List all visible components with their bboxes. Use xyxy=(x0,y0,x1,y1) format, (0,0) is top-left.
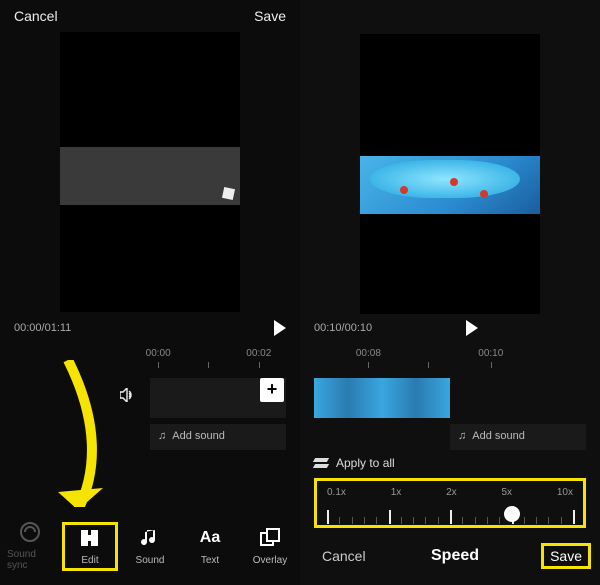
text-icon: Aa xyxy=(199,527,221,549)
play-button[interactable] xyxy=(274,320,286,336)
overlay-icon xyxy=(259,527,281,549)
video-preview[interactable] xyxy=(360,34,540,314)
apply-to-all-toggle[interactable]: Apply to all xyxy=(314,456,586,470)
playhead-time: 00:00/01:11 xyxy=(14,322,71,334)
speed-title: Speed xyxy=(411,547,500,565)
playhead-time: 00:10/00:10 xyxy=(314,322,372,334)
music-note-icon: ♫ xyxy=(458,430,466,442)
sound-button[interactable]: Sound xyxy=(127,527,173,566)
cancel-button[interactable]: Cancel xyxy=(14,8,58,24)
edit-button[interactable]: Edit xyxy=(67,527,113,566)
add-sound-button[interactable]: ♫Add sound xyxy=(450,424,586,450)
sync-icon xyxy=(19,521,41,543)
add-clip-button[interactable]: + xyxy=(260,378,284,402)
speed-panel: 00:10/00:10 00:08 00:10 ♫Add sound Apply… xyxy=(300,0,600,585)
music-note-icon xyxy=(139,527,161,549)
speed-scale-labels: 0.1x 1x 2x 5x 10x xyxy=(327,487,573,498)
video-track[interactable] xyxy=(314,378,450,418)
slider-knob[interactable] xyxy=(504,506,520,522)
play-button[interactable] xyxy=(466,320,478,336)
video-preview[interactable] xyxy=(60,32,240,312)
add-sound-button[interactable]: ♫Add sound xyxy=(150,424,286,450)
roblox-logo-icon xyxy=(222,187,235,200)
timeline-ruler[interactable]: 00:00 00:02 xyxy=(150,348,286,378)
preview-thumbnail xyxy=(60,147,240,205)
text-button[interactable]: Aa Text xyxy=(187,527,233,566)
speed-cancel-button[interactable]: Cancel xyxy=(300,548,411,564)
stack-icon xyxy=(314,456,328,470)
tutorial-arrow xyxy=(8,360,118,530)
speed-slider[interactable]: 0.1x 1x 2x 5x 10x xyxy=(314,478,586,528)
edit-icon xyxy=(79,527,101,549)
editor-panel-left: Cancel Save 00:00/01:11 00:00 00:02 xyxy=(0,0,301,585)
sound-sync-button[interactable]: Sound sync xyxy=(7,521,53,571)
timeline-ruler[interactable]: 00:08 00:10 xyxy=(314,348,586,378)
preview-thumbnail xyxy=(360,156,540,214)
bottom-toolbar: Sound sync Edit Sound Aa Text Overlay xyxy=(0,507,300,585)
music-note-icon: ♫ xyxy=(158,430,166,442)
speaker-icon[interactable] xyxy=(120,388,136,405)
overlay-button[interactable]: Overlay xyxy=(247,527,293,566)
speed-save-button[interactable]: Save xyxy=(544,546,588,566)
save-button[interactable]: Save xyxy=(254,8,286,24)
slider-track[interactable] xyxy=(327,506,573,524)
